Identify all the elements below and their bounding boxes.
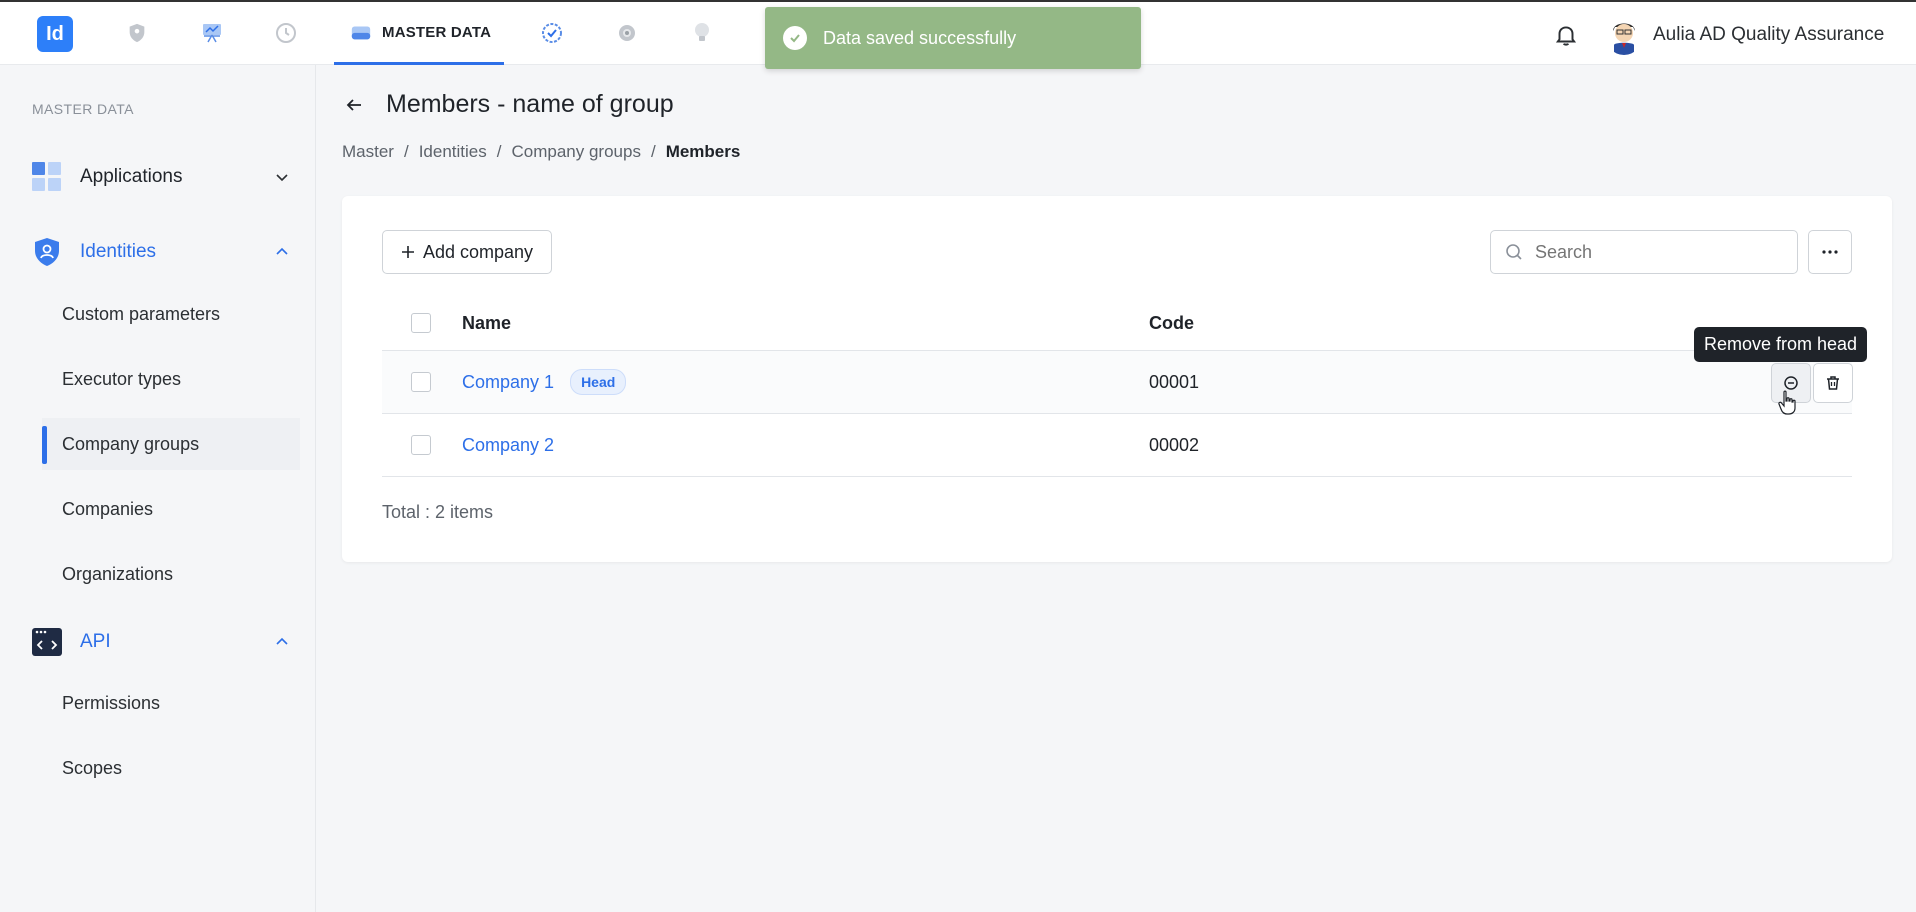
- sidebar-group-identities[interactable]: Identities: [32, 232, 290, 272]
- trash-icon: [1827, 376, 1839, 390]
- table-row[interactable]: Company 1 Head 00001: [382, 351, 1853, 414]
- breadcrumb-separator: /: [650, 142, 656, 161]
- sidebar-item-permissions[interactable]: Permissions: [42, 677, 300, 729]
- app-logo[interactable]: Id: [37, 16, 73, 52]
- avatar[interactable]: [1605, 15, 1643, 55]
- sidebar-item-executor-types[interactable]: Executor types: [42, 353, 300, 405]
- chevron-up-icon: [276, 637, 288, 645]
- code-cell: 00001: [1149, 371, 1200, 392]
- row-checkbox[interactable]: [411, 435, 431, 455]
- table-header: Name Code: [382, 296, 1852, 351]
- shield-icon[interactable]: [124, 20, 150, 46]
- toast-message: Data saved successfully: [823, 27, 1017, 48]
- plus-icon: [401, 246, 414, 258]
- sidebar-group-label: Applications: [80, 166, 183, 187]
- breadcrumb: Master / Identities / Company groups / M…: [342, 142, 740, 162]
- add-company-label: Add company: [422, 241, 534, 262]
- breadcrumb-identities[interactable]: Identities: [419, 142, 487, 162]
- code-window-icon: [32, 628, 62, 656]
- sidebar-group-label: Identities: [80, 241, 157, 262]
- search-box[interactable]: [1490, 230, 1798, 274]
- company-link[interactable]: Company 1: [462, 372, 554, 393]
- sidebar-item-scopes[interactable]: Scopes: [42, 742, 300, 794]
- tab-master-data[interactable]: MASTER DATA: [334, 2, 504, 65]
- page-title: Members - name of group: [386, 90, 674, 118]
- success-toast: Data saved successfully: [765, 7, 1141, 69]
- breadcrumb-separator: /: [403, 142, 409, 161]
- column-header-code[interactable]: Code: [1149, 313, 1194, 334]
- breadcrumb-members: Members: [665, 142, 741, 161]
- breadcrumb-company-groups[interactable]: Company groups: [511, 142, 640, 162]
- sidebar-item-organizations[interactable]: Organizations: [42, 548, 300, 600]
- more-options-button[interactable]: [1808, 230, 1852, 274]
- chevron-up-icon: [276, 247, 288, 255]
- column-header-name[interactable]: Name: [462, 313, 511, 334]
- search-icon: [1506, 244, 1522, 260]
- chevron-down-icon: [276, 174, 288, 182]
- identity-shield-icon: [35, 238, 59, 266]
- delete-button[interactable]: [1813, 363, 1853, 403]
- name-cell: Company 1 Head: [462, 369, 627, 395]
- presentation-icon[interactable]: [199, 20, 225, 46]
- members-card: Add company Name Code Company 1 Head 000…: [342, 196, 1892, 562]
- check-circle-icon: [783, 26, 807, 50]
- database-icon: [351, 26, 371, 40]
- sidebar: MASTER DATA Applications Identities Cust…: [0, 65, 316, 912]
- bell-icon[interactable]: [1553, 22, 1579, 48]
- sidebar-heading: MASTER DATA: [32, 101, 134, 117]
- hand-cursor-icon: [1778, 390, 1796, 415]
- code-cell: 00002: [1149, 434, 1200, 455]
- add-company-button[interactable]: Add company: [382, 230, 552, 274]
- search-input[interactable]: [1535, 241, 1785, 263]
- table-row[interactable]: Company 2 00002: [382, 414, 1852, 477]
- history-icon[interactable]: [273, 20, 299, 46]
- minus-circle-icon: [1784, 376, 1798, 390]
- head-badge: Head: [570, 369, 627, 395]
- select-all-checkbox[interactable]: [411, 313, 431, 333]
- apps-grid-icon: [32, 162, 61, 191]
- user-name[interactable]: Aulia AD Quality Assurance: [1653, 24, 1884, 46]
- sidebar-item-custom-parameters[interactable]: Custom parameters: [42, 288, 300, 340]
- sidebar-group-applications[interactable]: Applications: [32, 157, 290, 197]
- company-link[interactable]: Company 2: [462, 435, 554, 456]
- breadcrumb-master[interactable]: Master: [342, 142, 394, 162]
- lightbulb-icon[interactable]: [689, 20, 715, 46]
- check-badge-icon[interactable]: [539, 20, 565, 46]
- sidebar-item-company-groups[interactable]: Company groups: [42, 418, 300, 470]
- members-table: Name Code Company 1 Head 00001 Company 2…: [382, 296, 1853, 477]
- sidebar-item-companies[interactable]: Companies: [42, 483, 300, 535]
- sidebar-group-label: API: [80, 631, 111, 652]
- name-cell: Company 2: [462, 435, 554, 456]
- back-arrow-icon[interactable]: [342, 93, 366, 117]
- page-header: Members - name of group: [342, 90, 674, 119]
- sidebar-group-api[interactable]: API: [32, 622, 290, 662]
- row-checkbox[interactable]: [411, 372, 431, 392]
- ellipsis-icon: [1822, 250, 1838, 254]
- tooltip: Remove from head: [1694, 327, 1868, 362]
- breadcrumb-separator: /: [496, 142, 502, 161]
- tab-master-data-label: MASTER DATA: [382, 23, 492, 41]
- total-count: Total : 2 items: [382, 502, 494, 522]
- gear-icon[interactable]: [614, 20, 640, 46]
